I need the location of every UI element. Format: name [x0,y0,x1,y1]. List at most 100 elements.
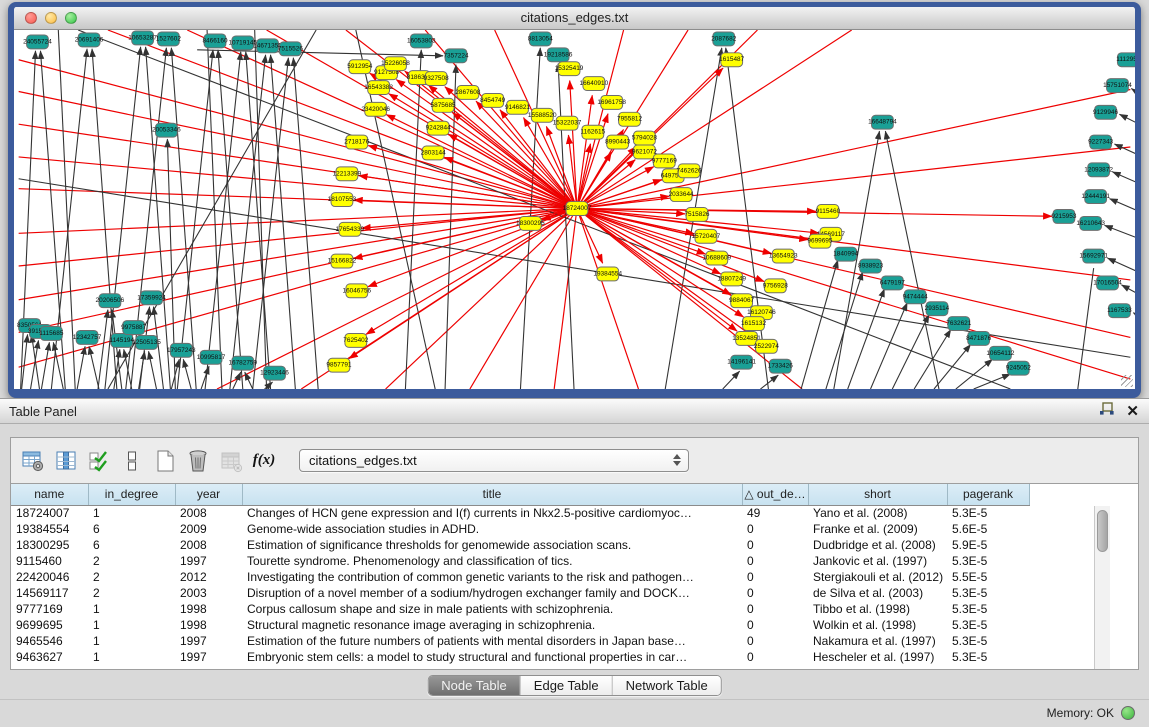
table-cell[interactable]: Estimation of the future numbers of pati… [242,633,742,649]
close-window-icon[interactable] [25,12,37,24]
table-cell[interactable]: 2012 [175,569,242,585]
column-header-year[interactable]: year [175,484,242,505]
table-cell[interactable]: 5.9E-5 [947,537,1029,553]
table-cell[interactable]: 6 [88,537,175,553]
close-panel-icon[interactable]: ✕ [1126,403,1139,421]
table-cell[interactable]: 22420046 [11,569,88,585]
function-builder-icon[interactable]: f(x) [252,449,276,473]
table-cell[interactable]: 1997 [175,633,242,649]
table-cell[interactable]: 1997 [175,553,242,569]
tab-network-table[interactable]: Network Table [613,676,721,695]
table-cell[interactable]: 5.5E-5 [947,569,1029,585]
table-cell[interactable]: 5.3E-5 [947,633,1029,649]
table-cell[interactable]: 1 [88,601,175,617]
table-row[interactable]: 977716911998Corpus callosum shape and si… [11,601,1029,617]
table-cell[interactable]: 0 [742,521,808,537]
table-cell[interactable]: 9463627 [11,649,88,665]
table-cell[interactable]: 0 [742,601,808,617]
table-cell[interactable]: 0 [742,649,808,665]
table-row[interactable]: 2242004622012Investigating the contribut… [11,569,1029,585]
table-cell[interactable]: Genome-wide association studies in ADHD. [242,521,742,537]
window-titlebar[interactable]: citations_edges.txt [14,7,1135,30]
table-settings-icon[interactable] [21,449,45,473]
table-cell[interactable]: 2 [88,569,175,585]
tab-edge-table[interactable]: Edge Table [521,676,613,695]
table-cell[interactable]: 2008 [175,505,242,521]
table-cell[interactable]: 1 [88,649,175,665]
table-cell[interactable]: Disruption of a novel member of a sodium… [242,585,742,601]
table-cell[interactable]: Investigating the contribution of common… [242,569,742,585]
table-row[interactable]: 946362711997Embryonic stem cells: a mode… [11,649,1029,665]
delete-column-icon[interactable] [186,449,210,473]
window-resize-grip[interactable] [1121,375,1133,387]
table-cell[interactable]: Dudbridge et al. (2008) [808,537,947,553]
table-cell[interactable]: 5.6E-5 [947,521,1029,537]
table-cell[interactable]: 2 [88,585,175,601]
table-cell[interactable]: 1998 [175,617,242,633]
minimize-window-icon[interactable] [45,12,57,24]
table-cell[interactable]: Franke et al. (2009) [808,521,947,537]
table-cell[interactable]: Tibbo et al. (1998) [808,601,947,617]
table-row[interactable]: 1456911722003Disruption of a novel membe… [11,585,1029,601]
new-table-icon[interactable] [153,449,177,473]
table-cell[interactable]: Estimation of significance thresholds fo… [242,537,742,553]
table-cell[interactable]: Embryonic stem cells: a model to study s… [242,649,742,665]
table-cell[interactable]: 0 [742,569,808,585]
table-cell[interactable]: 5.3E-5 [947,601,1029,617]
table-cell[interactable]: 0 [742,585,808,601]
column-header-out_de[interactable]: △ out_de… [742,484,808,505]
table-cell[interactable]: 1 [88,617,175,633]
table-cell[interactable]: 6 [88,521,175,537]
column-header-pagerank[interactable]: pagerank [947,484,1029,505]
table-cell[interactable]: Structural magnetic resonance image aver… [242,617,742,633]
table-cell[interactable]: Jankovic et al. (1997) [808,553,947,569]
table-cell[interactable]: 1 [88,633,175,649]
tab-node-table[interactable]: Node Table [428,676,521,695]
table-cell[interactable]: Stergiakouli et al. (2012) [808,569,947,585]
table-cell[interactable]: 0 [742,553,808,569]
column-header-short[interactable]: short [808,484,947,505]
network-canvas-container[interactable]: 2405572420691406106532871527602846616010… [14,30,1135,389]
table-cell[interactable]: Yano et al. (2008) [808,505,947,521]
table-row[interactable]: 969969511998Structural magnetic resonanc… [11,617,1029,633]
table-scrollbar-thumb[interactable] [1097,510,1108,552]
table-selector-dropdown[interactable]: citations_edges.txt [299,449,689,472]
table-cell[interactable]: 0 [742,633,808,649]
table-cell[interactable]: 2008 [175,537,242,553]
network-canvas[interactable]: 2405572420691406106532871527602846616010… [14,30,1135,389]
table-cell[interactable]: 1998 [175,601,242,617]
table-cell[interactable]: Wolkin et al. (1998) [808,617,947,633]
table-cell[interactable]: 19384554 [11,521,88,537]
table-row[interactable]: 1938455462009Genome-wide association stu… [11,521,1029,537]
table-cell[interactable]: 1 [88,505,175,521]
table-cell[interactable]: 18300295 [11,537,88,553]
table-cell[interactable]: Nakamura et al. (1997) [808,633,947,649]
table-cell[interactable]: 2 [88,553,175,569]
select-columns-icon[interactable] [87,449,111,473]
table-cell[interactable]: 14569117 [11,585,88,601]
table-cell[interactable]: 5.3E-5 [947,553,1029,569]
table-row[interactable]: 1830029562008Estimation of significance … [11,537,1029,553]
table-row[interactable]: 911546021997Tourette syndrome. Phenomeno… [11,553,1029,569]
column-header-in_degree[interactable]: in_degree [88,484,175,505]
table-cell[interactable]: 9465546 [11,633,88,649]
table-cell[interactable]: 2003 [175,585,242,601]
table-cell[interactable]: 9115460 [11,553,88,569]
table-cell[interactable]: 5.3E-5 [947,649,1029,665]
table-cell[interactable]: 9699695 [11,617,88,633]
table-cell[interactable]: 9777169 [11,601,88,617]
table-cell[interactable]: 0 [742,617,808,633]
table-cell[interactable]: 5.3E-5 [947,585,1029,601]
float-panel-icon[interactable] [1099,402,1114,421]
table-cell[interactable]: Corpus callosum shape and size in male p… [242,601,742,617]
table-cell[interactable]: 5.3E-5 [947,617,1029,633]
column-header-title[interactable]: title [242,484,742,505]
table-scrollbar[interactable] [1094,506,1110,669]
table-cell[interactable]: 5.3E-5 [947,505,1029,521]
table-row[interactable]: 946554611997Estimation of the future num… [11,633,1029,649]
table-cell[interactable]: Tourette syndrome. Phenomenology and cla… [242,553,742,569]
row-height-icon[interactable] [120,449,144,473]
table-cell[interactable]: 0 [742,537,808,553]
table-cell[interactable]: Hescheler et al. (1997) [808,649,947,665]
table-cell[interactable]: de Silva et al. (2003) [808,585,947,601]
